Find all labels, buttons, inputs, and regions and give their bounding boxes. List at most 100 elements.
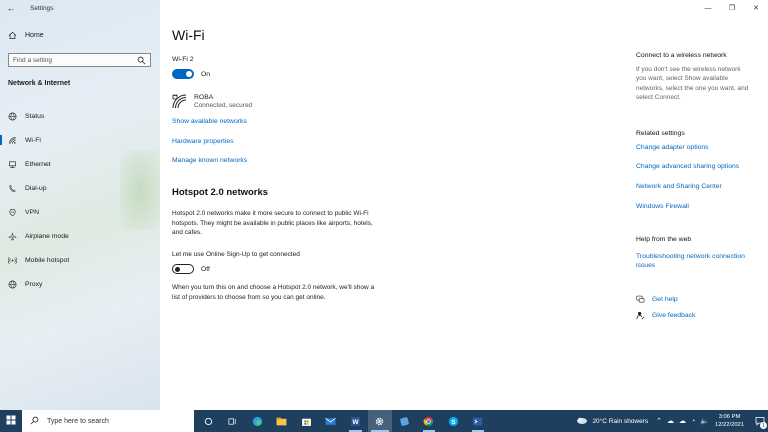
- taskbar-app-edge[interactable]: [245, 410, 270, 432]
- airplane-icon: [8, 232, 17, 241]
- connected-network[interactable]: ROBA Connected, secured: [172, 93, 252, 110]
- sidebar-item-vpn[interactable]: VPN: [0, 200, 160, 224]
- connect-description-line: If you don't see the wireless network: [636, 66, 741, 73]
- minimize-button[interactable]: —: [696, 0, 720, 16]
- svg-text:S: S: [451, 418, 456, 425]
- connect-description-line: you want, select Show available: [636, 75, 729, 83]
- related-settings-heading: Related settings: [636, 130, 685, 137]
- back-button[interactable]: ←: [0, 0, 22, 16]
- snip-icon: [399, 416, 409, 426]
- manage-known-networks-link[interactable]: Manage known networks: [172, 157, 247, 164]
- taskbar-search-placeholder: Type here to search: [47, 417, 109, 425]
- adapter-label: Wi-Fi 2: [172, 56, 194, 63]
- settings-search-box[interactable]: [8, 53, 151, 67]
- hotspot-note-line: When you turn this on and choose a Hotsp…: [172, 284, 375, 291]
- settings-gear-icon: [376, 417, 384, 425]
- hotspot-icon: [8, 256, 17, 265]
- sidebar-item-airplane-mode[interactable]: Airplane mode: [0, 224, 160, 248]
- network-icon[interactable]: ◔: [691, 418, 695, 425]
- sidebar-item-status[interactable]: Status: [0, 104, 160, 128]
- hotspot-note-line: list of providers to choose from so you …: [172, 293, 326, 301]
- network-sharing-center-link[interactable]: Network and Sharing Center: [636, 182, 761, 191]
- page-title: Wi-Fi: [172, 27, 205, 43]
- windows-logo-icon: [6, 415, 16, 427]
- mail-icon: [325, 417, 336, 425]
- change-advanced-sharing-link[interactable]: Change advanced sharing options: [636, 162, 761, 171]
- wifi-toggle-state: On: [201, 70, 211, 78]
- get-help-link[interactable]: Get help: [652, 296, 678, 303]
- cortana-button[interactable]: [196, 410, 221, 432]
- signup-toggle[interactable]: [172, 264, 194, 274]
- change-adapter-options-link[interactable]: Change adapter options: [636, 143, 761, 152]
- feedback-icon: [636, 311, 645, 320]
- give-feedback-row[interactable]: Give feedback: [636, 311, 695, 320]
- sidebar-item-label: Mobile hotspot: [25, 256, 70, 264]
- app-title: Settings: [30, 4, 54, 12]
- windows-firewall-link[interactable]: Windows Firewall: [636, 202, 761, 211]
- network-info: ROBA Connected, secured: [194, 94, 252, 110]
- sidebar-item-wifi[interactable]: Wi-Fi: [0, 128, 160, 152]
- settings-search-input[interactable]: [13, 56, 133, 64]
- get-help-row[interactable]: Get help: [636, 295, 678, 304]
- hotspot-heading: Hotspot 2.0 networks: [172, 187, 269, 198]
- nav-list: Status Wi-Fi Ethernet Dial-up VPN Airpla…: [0, 104, 160, 296]
- wifi-toggle[interactable]: [172, 69, 194, 79]
- signup-label: Let me use Online Sign-Up to get connect…: [172, 251, 300, 258]
- sidebar-item-label: Ethernet: [25, 160, 51, 168]
- troubleshooting-link-line: Troubleshooting network connection: [636, 253, 745, 260]
- taskbar-clock[interactable]: 3:06 PM 12/22/2021: [715, 413, 744, 429]
- word-icon: W: [350, 416, 360, 426]
- connect-description: If you don't see the wireless network yo…: [636, 65, 761, 102]
- home-icon: [8, 31, 17, 40]
- notification-badge: 1: [760, 422, 767, 429]
- wifi-icon: [8, 136, 17, 145]
- cloud-icon[interactable]: ☁: [667, 417, 674, 425]
- hardware-properties-link[interactable]: Hardware properties: [172, 138, 234, 145]
- close-button[interactable]: ✕: [744, 0, 768, 16]
- rain-cloud-icon: [577, 417, 588, 424]
- taskbar-app-snip[interactable]: [392, 410, 417, 432]
- svg-text:W: W: [352, 419, 359, 426]
- phone-icon: [8, 184, 17, 193]
- taskbar-app-skype[interactable]: S: [441, 410, 466, 432]
- troubleshooting-link[interactable]: Troubleshooting network connection issue…: [636, 252, 761, 271]
- sidebar-item-label: Wi-Fi: [25, 136, 41, 144]
- window-controls: — ❐ ✕: [696, 0, 768, 16]
- taskbar-app-chrome[interactable]: [417, 410, 442, 432]
- search-icon: [30, 416, 39, 427]
- taskbar-app-settings[interactable]: [367, 410, 392, 432]
- home-label: Home: [25, 32, 44, 39]
- search-icon[interactable]: [137, 56, 146, 65]
- home-nav-item[interactable]: Home: [8, 31, 44, 40]
- give-feedback-link[interactable]: Give feedback: [652, 312, 695, 319]
- weather-widget[interactable]: 20°C Rain showers: [576, 416, 648, 426]
- hotspot-description: Hotspot 2.0 networks make it more secure…: [172, 209, 397, 238]
- connect-description-line: networks, select the one you want, and: [636, 84, 749, 92]
- title-bar: ← Settings: [0, 0, 160, 16]
- vpn-icon: [8, 208, 17, 217]
- task-view-button[interactable]: [221, 410, 246, 432]
- taskbar-app-store[interactable]: [294, 410, 319, 432]
- chat-help-icon: [636, 295, 645, 304]
- hotspot-description-line: Hotspot 2.0 networks make it more secure…: [172, 210, 369, 217]
- taskbar-search-box[interactable]: Type here to search: [22, 410, 194, 432]
- notification-center-button[interactable]: 1: [752, 410, 768, 432]
- hotspot-description-line: hotspots. They might be available in pub…: [172, 219, 373, 227]
- onedrive-icon[interactable]: ☁: [679, 417, 686, 425]
- sidebar-item-ethernet[interactable]: Ethernet: [0, 152, 160, 176]
- globe-icon: [8, 112, 17, 121]
- sidebar-item-dialup[interactable]: Dial-up: [0, 176, 160, 200]
- sidebar-item-label: Dial-up: [25, 184, 47, 192]
- start-button[interactable]: [0, 410, 22, 432]
- taskbar-app-mail[interactable]: [319, 410, 344, 432]
- show-available-networks-link[interactable]: Show available networks: [172, 118, 247, 125]
- maximize-button[interactable]: ❐: [720, 0, 744, 16]
- sidebar-item-proxy[interactable]: Proxy: [0, 272, 160, 296]
- chevron-up-icon[interactable]: ⌃: [656, 417, 662, 425]
- volume-icon[interactable]: 🔈: [700, 417, 709, 425]
- sidebar-item-mobile-hotspot[interactable]: Mobile hotspot: [0, 248, 160, 272]
- signup-toggle-row: Off: [172, 264, 210, 274]
- taskbar-app-file-explorer[interactable]: [270, 410, 295, 432]
- taskbar-app-word[interactable]: W: [343, 410, 368, 432]
- taskbar-app-powershell[interactable]: [466, 410, 491, 432]
